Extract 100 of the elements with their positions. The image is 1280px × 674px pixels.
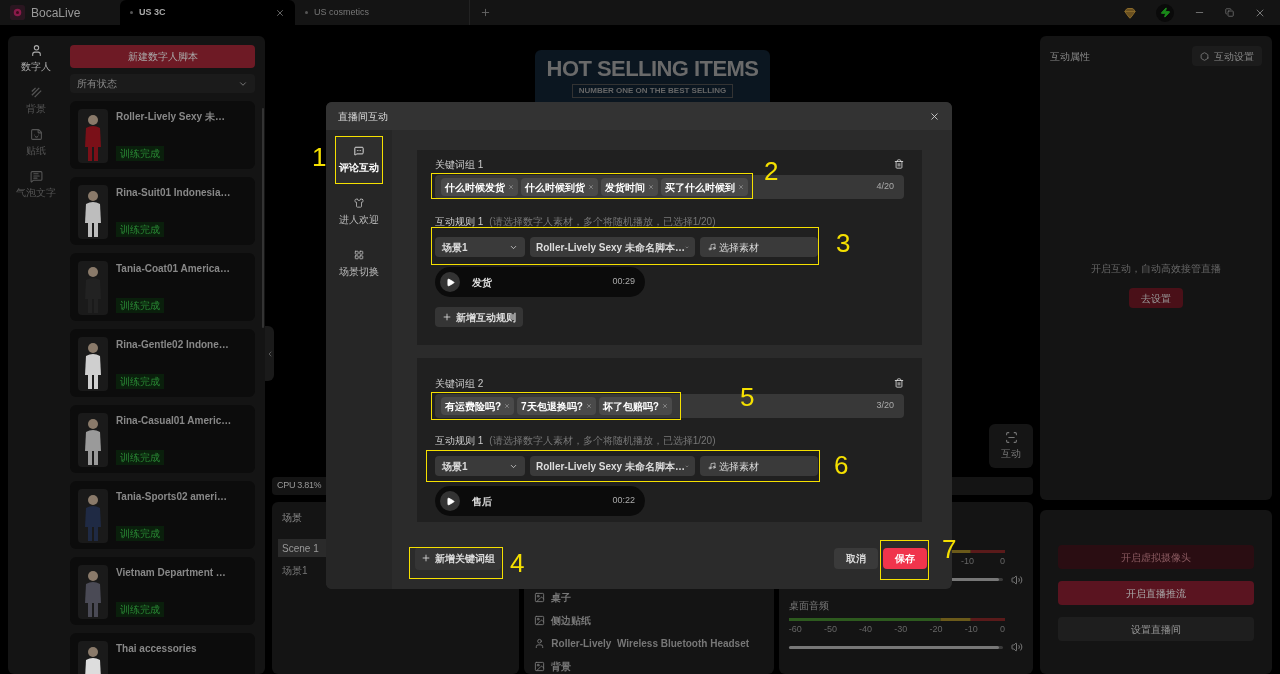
plus-icon: [442, 312, 452, 322]
highlight-frame: [880, 540, 929, 580]
source-item[interactable]: 桌子: [534, 590, 764, 605]
remove-icon[interactable]: [661, 403, 668, 409]
scene-select[interactable]: 场景1: [435, 237, 525, 257]
avatar-card[interactable]: Tania-Sports02 ameri… 训练完成: [70, 481, 255, 549]
new-script-button[interactable]: 新建数字人脚本: [70, 45, 255, 68]
cancel-button[interactable]: 取消: [834, 547, 878, 569]
shirt-icon: [354, 197, 364, 208]
dialog-nav-item[interactable]: 场景切换: [336, 241, 382, 287]
annotation-number: 3: [836, 230, 851, 256]
clip-duration: 00:29: [612, 275, 635, 289]
avatar-card[interactable]: Tania-Coat01 America… 训练完成: [70, 253, 255, 321]
speaker-icon[interactable]: [1011, 641, 1023, 653]
clip-duration: 00:22: [612, 494, 635, 508]
dialog-nav-item[interactable]: 进人欢迎: [336, 189, 382, 235]
keyword-tag[interactable]: 发货时间: [601, 178, 658, 196]
add-group-button[interactable]: 新增关键词组: [415, 546, 501, 570]
source-item[interactable]: Roller-Lively Wireless Bluetooth Headset: [534, 636, 764, 651]
avatar-name: Rina-Casual01 Americ…: [116, 414, 232, 428]
tab[interactable]: US 3C: [120, 0, 295, 25]
new-tab-icon[interactable]: [480, 7, 491, 18]
dialog-nav-item[interactable]: 评论互动: [336, 137, 382, 183]
script-select[interactable]: Roller-Lively Sexy 未命名脚本…: [530, 237, 695, 257]
source-item[interactable]: 背景: [534, 659, 764, 674]
music-note-icon: [708, 462, 716, 470]
stream-button[interactable]: 设置直播间: [1058, 617, 1254, 641]
interaction-button[interactable]: 互动: [989, 424, 1033, 469]
app-name: BocaLive: [31, 4, 81, 22]
grid-icon: [354, 249, 364, 260]
avatar-card[interactable]: Rina-Gentle02 Indone… 训练完成: [70, 329, 255, 397]
status-dropdown[interactable]: 所有状态: [70, 74, 255, 93]
scene-select[interactable]: 场景1: [435, 456, 525, 476]
sticker-icon: [29, 128, 43, 141]
avatar-card[interactable]: Rina-Suit01 Indonesia… 训练完成: [70, 177, 255, 245]
panel-title: 互动属性: [1050, 49, 1090, 64]
remove-icon[interactable]: [738, 184, 744, 190]
tab[interactable]: US cosmetics: [295, 0, 470, 25]
source-item[interactable]: 侧边贴纸: [534, 613, 764, 628]
nav-item[interactable]: 数字人: [21, 44, 51, 74]
speech-bubble-icon: [29, 170, 43, 183]
avatar-card[interactable]: Thai accessories: [70, 633, 255, 674]
avatar-card[interactable]: Vietnam Department … 训练完成: [70, 557, 255, 625]
trash-icon[interactable]: [894, 159, 904, 169]
audio-clip[interactable]: 发货 00:29: [435, 267, 645, 297]
remove-icon[interactable]: [508, 184, 514, 190]
trash-icon[interactable]: [894, 378, 904, 388]
collapse-handle[interactable]: [265, 326, 274, 381]
meter-scale-label: -10: [964, 622, 978, 636]
keyword-tag[interactable]: 坏了包赔吗?: [598, 397, 672, 415]
play-button[interactable]: [440, 491, 460, 511]
meter-scale-label: 0: [1000, 622, 1005, 636]
remove-icon[interactable]: [504, 403, 511, 409]
avatar-name: Vietnam Department …: [116, 566, 226, 580]
empty-message: 开启互动，自动高效接管直播: [1091, 262, 1221, 276]
add-rule-button[interactable]: 新增互动规则: [435, 307, 523, 327]
music-note-icon: [708, 243, 716, 251]
status-tag: 训练完成: [116, 298, 164, 313]
play-icon: [445, 277, 455, 287]
keyword-count: 3/20: [876, 399, 894, 413]
keyword-tag[interactable]: 有运费险吗?: [441, 397, 515, 415]
go-settings-button[interactable]: 去设置: [1129, 288, 1183, 308]
play-button[interactable]: [440, 272, 460, 292]
remove-icon[interactable]: [588, 184, 594, 190]
annotation-number: 6: [834, 452, 849, 478]
keyword-tag[interactable]: 买了什么时候到: [661, 178, 748, 196]
remove-icon[interactable]: [648, 184, 654, 190]
panel-title: 场景: [281, 511, 303, 525]
material-button[interactable]: 选择素材: [700, 237, 818, 257]
audio-clip[interactable]: 售后 00:22: [435, 486, 645, 516]
gem-icon[interactable]: [1124, 6, 1136, 19]
avatar-name: Rina-Gentle02 Indone…: [116, 338, 229, 352]
save-button[interactable]: 保存: [883, 547, 927, 569]
avatar-card[interactable]: Rina-Casual01 Americ… 训练完成: [70, 405, 255, 473]
speaker-icon[interactable]: [1011, 573, 1023, 586]
image-icon: [534, 661, 546, 672]
material-button[interactable]: 选择素材: [700, 456, 818, 476]
highlight-frame: [335, 136, 383, 184]
play-icon: [445, 496, 455, 506]
group-title: 关键词组 2: [435, 376, 484, 391]
close-icon[interactable]: [929, 110, 940, 122]
script-select[interactable]: Roller-Lively Sexy 未命名脚本…: [530, 456, 695, 476]
plus-icon: [421, 553, 431, 563]
speech-bubble-icon: [354, 145, 364, 156]
scan-icon: [1004, 431, 1018, 445]
person-icon: [29, 44, 43, 57]
remove-icon[interactable]: [585, 403, 592, 409]
lightning-icon[interactable]: [1156, 3, 1174, 22]
settings-button[interactable]: 互动设置: [1192, 46, 1262, 66]
keyword-tag[interactable]: 什么时候发货: [441, 178, 518, 196]
avatar-name: Thai accessories: [116, 642, 197, 656]
keyword-tag[interactable]: 7天包退换吗?: [517, 397, 596, 415]
clip-title: 发货: [472, 275, 492, 290]
stream-button[interactable]: 开启直播推流: [1058, 581, 1254, 605]
rule-hint: (请选择数字人素材，多个将随机播放，已选择1/20): [489, 433, 716, 448]
close-tab-icon[interactable]: [275, 7, 285, 18]
keyword-tag[interactable]: 什么时候到货: [521, 178, 598, 196]
avatar-card[interactable]: Roller-Lively Sexy 未… 训练完成: [70, 101, 255, 169]
restore-icon[interactable]: [1225, 8, 1234, 17]
status-tag: 训练完成: [116, 450, 164, 465]
